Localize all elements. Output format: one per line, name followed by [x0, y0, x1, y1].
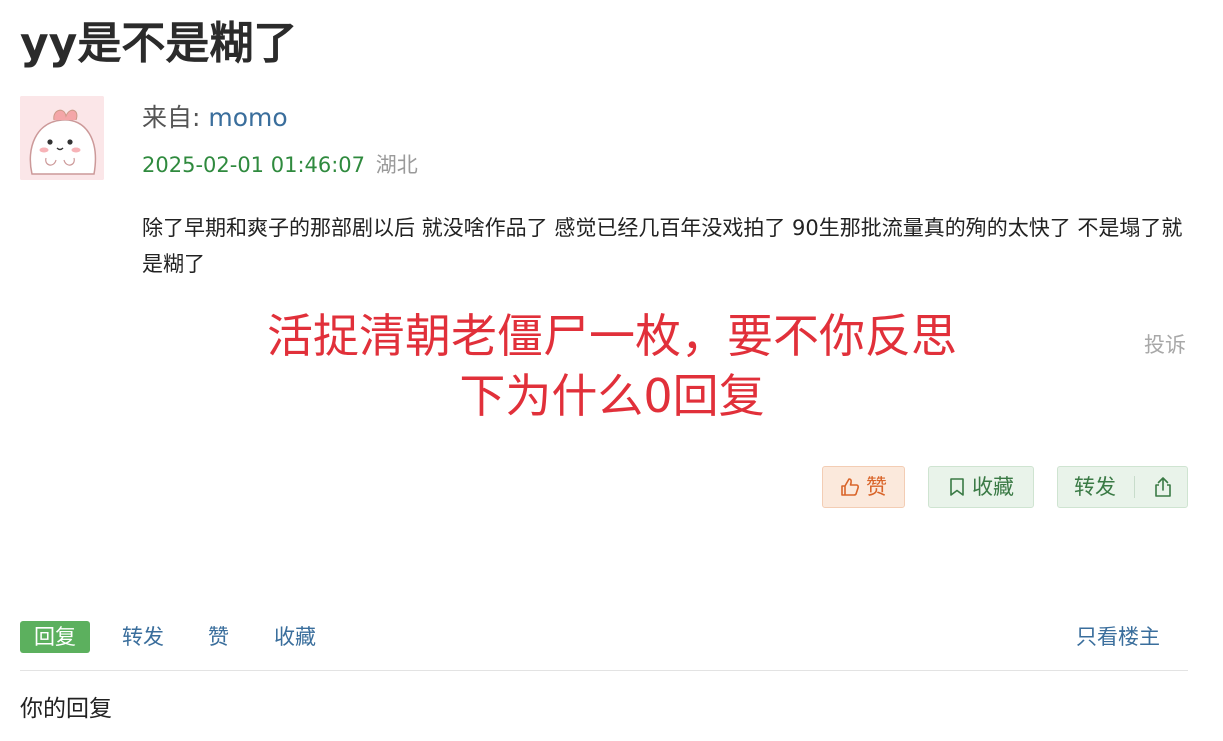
like-label: 赞 [866, 475, 887, 499]
avatar-illustration [20, 96, 104, 180]
author-link[interactable]: momo [208, 103, 287, 132]
favorite-label: 收藏 [972, 475, 1014, 499]
post-body: 除了早期和爽子的那部剧以后 就没啥作品了 感觉已经几百年没戏拍了 90生那批流量… [142, 216, 1183, 276]
divider [20, 670, 1188, 671]
avatar[interactable] [20, 96, 104, 180]
only-op-link[interactable]: 只看楼主 [1076, 621, 1160, 653]
overlay-line-1: 活捉清朝老僵尸一枚，要不你反思 [267, 309, 957, 363]
bookmark-icon [948, 477, 966, 497]
like-button[interactable]: 赞 [822, 466, 905, 508]
report-link[interactable]: 投诉 [1144, 330, 1186, 360]
button-separator [1134, 476, 1135, 498]
thumbs-up-icon [840, 477, 860, 497]
post-title: yy是不是糊了 [20, 18, 298, 69]
page: yy是不是糊了 来自: momo 2025-02-01 01:46:07 湖北 … [0, 0, 1223, 741]
forward-button[interactable]: 转发 [1057, 466, 1188, 508]
like-tab[interactable]: 赞 [208, 621, 229, 653]
forward-tab[interactable]: 转发 [122, 621, 164, 653]
post-timestamp: 2025-02-01 01:46:07 [142, 153, 366, 177]
from-label: 来自: [142, 103, 209, 132]
forward-label: 转发 [1074, 475, 1116, 499]
post-meta: 2025-02-01 01:46:07 湖北 [142, 150, 418, 180]
overlay-line-2: 下为什么0回复 [459, 369, 765, 423]
overlay-caption: 活捉清朝老僵尸一枚，要不你反思 下为什么0回复 [142, 306, 1082, 426]
post-location: 湖北 [375, 153, 418, 177]
author-line: 来自: momo [142, 101, 288, 135]
favorite-tab[interactable]: 收藏 [274, 621, 316, 653]
share-icon[interactable] [1153, 476, 1173, 498]
reply-bar: 回复 转发 赞 收藏 只看楼主 [20, 621, 1188, 655]
favorite-button[interactable]: 收藏 [928, 466, 1034, 508]
your-reply-heading: 你的回复 [20, 696, 112, 722]
reply-tab[interactable]: 回复 [20, 621, 90, 653]
